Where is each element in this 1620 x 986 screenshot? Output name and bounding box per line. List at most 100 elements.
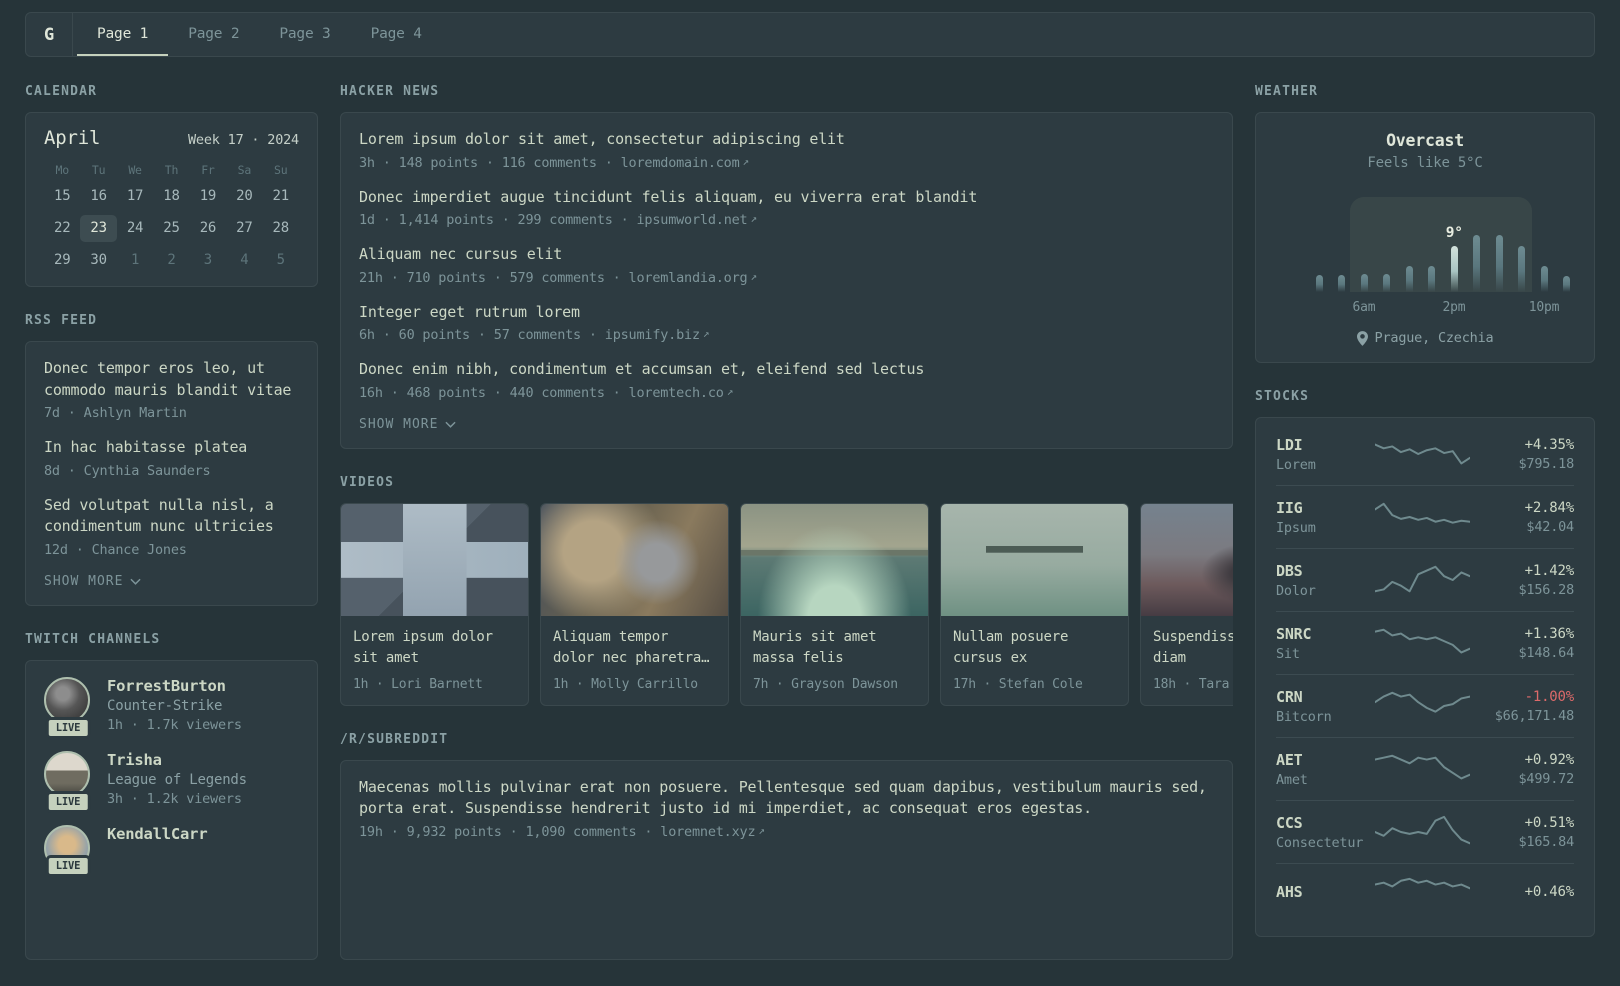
weather-bar [1405, 266, 1413, 292]
external-link-icon: ↗ [758, 823, 765, 837]
nav-tab[interactable]: Page 1 [77, 13, 169, 56]
video-thumbnail[interactable] [341, 503, 528, 616]
hn-item-domain-link[interactable]: loremdomain.com [621, 155, 740, 171]
video-thumbnail[interactable] [1141, 503, 1233, 616]
stock-row[interactable]: IIG Ipsum +2.84% $42.04 [1276, 485, 1574, 548]
twitch-channel-row[interactable]: LIVE KendallCarr [44, 824, 299, 877]
subreddit-item-domain-link[interactable]: loremnet.xyz [660, 824, 755, 840]
hn-item-meta-text: 3h · 148 points · 116 comments · [359, 154, 621, 171]
video-card[interactable]: Lorem ipsum dolor sit amet consectetu… 1… [340, 502, 529, 706]
live-badge: LIVE [45, 854, 91, 877]
twitch-avatar-wrap[interactable]: LIVE [44, 750, 92, 813]
video-thumbnail[interactable] [541, 503, 728, 616]
weather-bar [1518, 246, 1526, 292]
video-card[interactable]: Aliquam tempor dolor nec pharetra… 1h · … [540, 502, 729, 706]
weather-bar [1495, 235, 1503, 292]
stock-row[interactable]: DBS Dolor +1.42% $156.28 [1276, 548, 1574, 611]
rss-item-meta: 8d · Cynthia Saunders [44, 462, 211, 479]
calendar-day: 24 [126, 220, 144, 236]
twitch-channel-row[interactable]: LIVE ForrestBurton Counter-Strike 1h · 1… [44, 676, 299, 739]
subreddit-item-title[interactable]: Maecenas mollis pulvinar erat non posuer… [359, 777, 1214, 820]
rss-item-title[interactable]: Sed volutpat nulla nisl, a condimentum n… [44, 495, 299, 538]
video-body: Mauris sit amet massa felis 7h · Grayson… [741, 616, 928, 705]
hn-item-meta-text: 16h · 468 points · 440 comments · [359, 384, 629, 401]
stock-row[interactable]: CCS Consectetur +0.51% $165.84 [1276, 800, 1574, 863]
hackernews-card: Lorem ipsum dolor sit amet, consectetur … [340, 112, 1233, 449]
twitch-channel-game[interactable]: Counter-Strike [107, 698, 242, 714]
video-body: Lorem ipsum dolor sit amet consectetu… 1… [341, 616, 528, 705]
calendar-day: 26 [199, 220, 217, 236]
weather-location-label: Prague, Czechia [1374, 330, 1494, 346]
video-title[interactable]: Aliquam tempor dolor nec pharetra… [553, 627, 716, 669]
stock-row[interactable]: CRN Bitcorn -1.00% $66,171.48 [1276, 674, 1574, 737]
hn-item-domain-link[interactable]: loremtech.co [629, 385, 724, 401]
chevron-down-icon [445, 421, 457, 428]
video-meta: 7h · Grayson Dawson [753, 676, 898, 692]
twitch-channel-name[interactable]: ForrestBurton [107, 677, 242, 695]
stock-sparkline [1375, 437, 1470, 471]
weather-section-title: WEATHER [1255, 84, 1319, 99]
hn-item-title[interactable]: Aliquam nec cursus elit [359, 244, 1214, 266]
rss-show-more-button[interactable]: SHOW MORE [44, 574, 299, 589]
nav-tab[interactable]: Page 4 [351, 13, 442, 56]
stock-name: Dolor [1276, 582, 1316, 599]
weather-hour-label: 10pm [1528, 300, 1560, 315]
video-title[interactable]: Lorem ipsum dolor sit amet consectetu… [353, 627, 516, 669]
rss-item-title[interactable]: In hac habitasse platea [44, 437, 299, 459]
video-title[interactable]: Suspendisse potenti diam [1153, 627, 1233, 669]
hn-item-title[interactable]: Lorem ipsum dolor sit amet, consectetur … [359, 129, 1214, 151]
hn-item-domain-link[interactable]: ipsumify.biz [605, 327, 700, 343]
video-card[interactable]: Nullam posuere cursus ex 17h · Stefan Co… [940, 502, 1129, 706]
middle-column: HACKER NEWS Lorem ipsum dolor sit amet, … [340, 84, 1233, 986]
calendar-dow-label: Fr [201, 163, 215, 177]
hackernews-section-title: HACKER NEWS [340, 84, 440, 99]
external-link-icon: ↗ [702, 327, 710, 340]
hn-item-title[interactable]: Donec imperdiet augue tincidunt felis al… [359, 187, 1214, 209]
calendar-dow-label: Tu [91, 163, 106, 177]
twitch-avatar-wrap[interactable]: LIVE [44, 824, 92, 877]
weather-bar [1316, 275, 1323, 292]
calendar-day: 22 [53, 220, 71, 236]
rss-item: In hac habitasse platea 8d · Cynthia Sau… [44, 437, 299, 479]
calendar-month: April [44, 127, 101, 149]
video-meta: 18h · Tara [1153, 676, 1230, 692]
calendar-dow-label: Sa [237, 163, 252, 177]
stock-values: +1.42% $156.28 [1486, 563, 1575, 598]
rss-item-meta: 12d · Chance Jones [44, 541, 187, 558]
hackernews-show-more-button[interactable]: SHOW MORE [359, 417, 1214, 432]
hn-item-domain-link[interactable]: ipsumworld.net [636, 212, 747, 228]
twitch-channel-name[interactable]: KendallCarr [107, 825, 208, 843]
twitch-channel-game[interactable]: League of Legends [107, 772, 247, 788]
calendar-day: 23 [80, 215, 117, 242]
video-card[interactable]: Suspendisse potenti diam 18h · Tara [1140, 502, 1233, 706]
rss-item-title[interactable]: Donec tempor eros leo, ut commodo mauris… [44, 358, 299, 401]
twitch-avatar-wrap[interactable]: LIVE [44, 676, 92, 739]
video-title[interactable]: Mauris sit amet massa felis [753, 627, 916, 669]
nav-tab[interactable]: Page 2 [168, 13, 259, 56]
hn-item-title[interactable]: Donec enim nibh, condimentum et accumsan… [359, 359, 1214, 381]
stock-values: +0.92% $499.72 [1486, 752, 1575, 787]
stock-identity: SNRC Sit [1276, 625, 1375, 662]
stock-row[interactable]: AET Amet +0.92% $499.72 [1276, 737, 1574, 800]
twitch-section-title: TWITCH CHANNELS [25, 631, 161, 647]
video-title[interactable]: Nullam posuere cursus ex [953, 627, 1116, 669]
stock-row[interactable]: SNRC Sit +1.36% $148.64 [1276, 611, 1574, 674]
calendar-days-grid: 15 16 17 18 19 20 21 22 23 24 25 26 27 28 29 30 1 2 3 4 5 [44, 183, 299, 274]
video-thumbnail[interactable] [741, 503, 928, 616]
stock-sparkline [1375, 689, 1470, 723]
app-logo[interactable]: G [26, 13, 73, 56]
hn-item-title[interactable]: Integer eget rutrum lorem [359, 302, 1214, 324]
weather-hour-label: 6am [1352, 300, 1376, 315]
video-card[interactable]: Mauris sit amet massa felis 7h · Grayson… [740, 502, 929, 706]
video-body: Aliquam tempor dolor nec pharetra… 1h · … [541, 616, 728, 705]
calendar-day: 25 [163, 220, 180, 236]
hn-item-domain-link[interactable]: loremlandia.org [629, 270, 748, 286]
twitch-channel-name[interactable]: Trisha [107, 751, 247, 769]
stock-identity: AET Amet [1276, 751, 1375, 788]
stock-row[interactable]: LDI Lorem +4.35% $795.18 [1276, 423, 1574, 485]
stock-name: Lorem [1276, 456, 1316, 473]
video-thumbnail[interactable] [941, 503, 1128, 616]
twitch-channel-row[interactable]: LIVE Trisha League of Legends 3h · 1.2k … [44, 750, 299, 813]
nav-tab[interactable]: Page 3 [259, 13, 350, 56]
stock-row[interactable]: AHS +0.46% [1276, 863, 1574, 923]
